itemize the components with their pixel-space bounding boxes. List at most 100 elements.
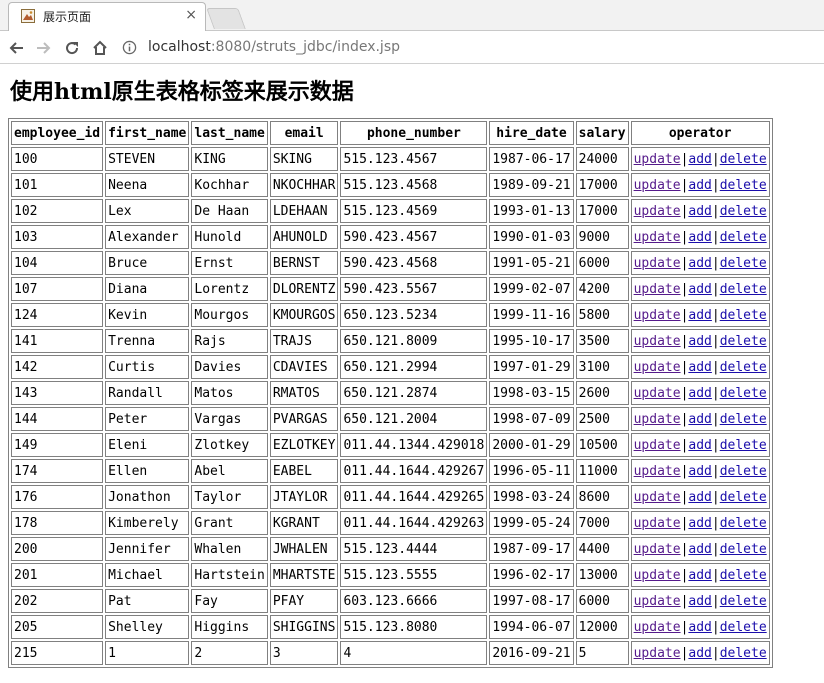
table-row: 124 Kevin Mourgos KMOURGOS 650.123.5234 1999-… <box>11 303 770 327</box>
add-link[interactable]: add <box>688 230 711 245</box>
delete-link[interactable]: delete <box>720 438 767 453</box>
update-link[interactable]: update <box>634 386 681 401</box>
cell-last-name: Hartstein <box>191 563 268 587</box>
add-link[interactable]: add <box>688 490 711 505</box>
update-link[interactable]: update <box>634 594 681 609</box>
add-link[interactable]: add <box>688 620 711 635</box>
delete-link[interactable]: delete <box>720 308 767 323</box>
add-link[interactable]: add <box>688 308 711 323</box>
delete-link[interactable]: delete <box>720 568 767 583</box>
cell-employee-id: 144 <box>11 407 104 431</box>
update-link[interactable]: update <box>634 646 681 661</box>
add-link[interactable]: add <box>688 360 711 375</box>
add-link[interactable]: add <box>688 594 711 609</box>
add-link[interactable]: add <box>688 256 711 271</box>
update-link[interactable]: update <box>634 360 681 375</box>
cell-employee-id: 101 <box>11 173 104 197</box>
cell-salary: 7000 <box>575 511 629 535</box>
cell-salary: 6000 <box>575 251 629 275</box>
update-link[interactable]: update <box>634 152 681 167</box>
info-icon[interactable] <box>122 40 137 55</box>
update-link[interactable]: update <box>634 568 681 583</box>
update-link[interactable]: update <box>634 334 681 349</box>
delete-link[interactable]: delete <box>720 490 767 505</box>
column-header-salary: salary <box>575 121 629 145</box>
delete-link[interactable]: delete <box>720 230 767 245</box>
forward-button[interactable] <box>34 38 54 58</box>
update-link[interactable]: update <box>634 256 681 271</box>
cell-first-name: Pat <box>105 589 190 613</box>
update-link[interactable]: update <box>634 204 681 219</box>
cell-employee-id: 205 <box>11 615 104 639</box>
cell-email: 3 <box>269 641 339 665</box>
browser-tab[interactable]: 展示页面 × <box>8 2 206 31</box>
delete-link[interactable]: delete <box>720 334 767 349</box>
update-link[interactable]: update <box>634 464 681 479</box>
new-tab-button[interactable] <box>206 8 246 29</box>
table-row: 178 Kimberely Grant KGRANT 011.44.1644.42926… <box>11 511 770 535</box>
update-link[interactable]: update <box>634 542 681 557</box>
delete-link[interactable]: delete <box>720 204 767 219</box>
home-button[interactable] <box>90 38 110 58</box>
update-link[interactable]: update <box>634 620 681 635</box>
add-link[interactable]: add <box>688 516 711 531</box>
cell-employee-id: 103 <box>11 225 104 249</box>
delete-link[interactable]: delete <box>720 178 767 193</box>
cell-employee-id: 200 <box>11 537 104 561</box>
update-link[interactable]: update <box>634 178 681 193</box>
update-link[interactable]: update <box>634 490 681 505</box>
delete-link[interactable]: delete <box>720 464 767 479</box>
add-link[interactable]: add <box>688 282 711 297</box>
cell-email: KGRANT <box>269 511 339 535</box>
cell-first-name: Neena <box>105 173 190 197</box>
delete-link[interactable]: delete <box>720 594 767 609</box>
add-link[interactable]: add <box>688 204 711 219</box>
cell-hire-date: 1990-01-03 <box>489 225 574 249</box>
update-link[interactable]: update <box>634 438 681 453</box>
delete-link[interactable]: delete <box>720 386 767 401</box>
cell-email: JTAYLOR <box>269 485 339 509</box>
back-button[interactable] <box>6 38 26 58</box>
delete-link[interactable]: delete <box>720 152 767 167</box>
cell-last-name: Ernst <box>191 251 268 275</box>
add-link[interactable]: add <box>688 152 711 167</box>
update-link[interactable]: update <box>634 412 681 427</box>
delete-link[interactable]: delete <box>720 360 767 375</box>
cell-salary: 12000 <box>575 615 629 639</box>
delete-link[interactable]: delete <box>720 282 767 297</box>
delete-link[interactable]: delete <box>720 256 767 271</box>
cell-employee-id: 174 <box>11 459 104 483</box>
cell-first-name: Lex <box>105 199 190 223</box>
delete-link[interactable]: delete <box>720 646 767 661</box>
cell-salary: 2600 <box>575 381 629 405</box>
tab-close-icon[interactable]: × <box>185 7 197 23</box>
add-link[interactable]: add <box>688 412 711 427</box>
add-link[interactable]: add <box>688 646 711 661</box>
add-link[interactable]: add <box>688 334 711 349</box>
update-link[interactable]: update <box>634 308 681 323</box>
add-link[interactable]: add <box>688 438 711 453</box>
cell-phone-number: 011.44.1644.429263 <box>340 511 488 535</box>
delete-link[interactable]: delete <box>720 620 767 635</box>
add-link[interactable]: add <box>688 464 711 479</box>
add-link[interactable]: add <box>688 178 711 193</box>
add-link[interactable]: add <box>688 568 711 583</box>
page-title: 使用html原生表格标签来展示数据 <box>10 79 354 105</box>
update-link[interactable]: update <box>634 230 681 245</box>
update-link[interactable]: update <box>634 516 681 531</box>
cell-last-name: Fay <box>191 589 268 613</box>
reload-button[interactable] <box>62 38 82 58</box>
address-bar[interactable]: localhost:8080/struts_jdbc/index.jsp <box>116 34 818 61</box>
browser-tabstrip: 展示页面 × <box>0 0 824 31</box>
action-separator: | <box>711 437 720 453</box>
url-host: localhost <box>148 39 211 55</box>
update-link[interactable]: update <box>634 282 681 297</box>
cell-email: MHARTSTE <box>269 563 339 587</box>
delete-link[interactable]: delete <box>720 412 767 427</box>
action-separator: | <box>711 229 720 245</box>
add-link[interactable]: add <box>688 542 711 557</box>
action-separator: | <box>711 541 720 557</box>
delete-link[interactable]: delete <box>720 516 767 531</box>
delete-link[interactable]: delete <box>720 542 767 557</box>
add-link[interactable]: add <box>688 386 711 401</box>
